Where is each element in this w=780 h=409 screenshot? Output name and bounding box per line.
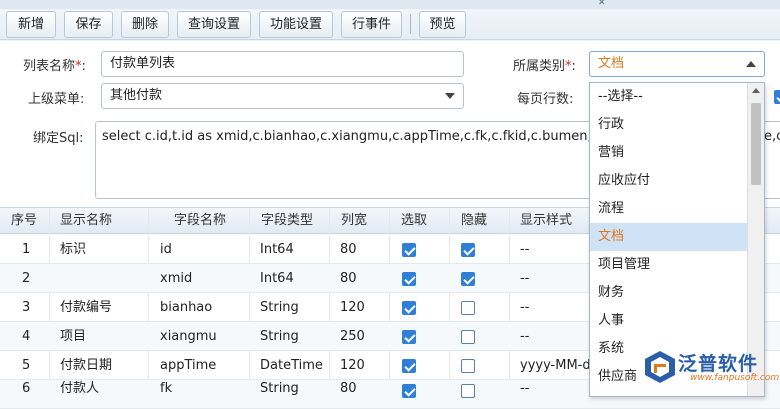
preview-button[interactable]: 预览 — [419, 11, 466, 38]
sql-label: 绑定Sql: — [33, 131, 84, 146]
list-name-input[interactable]: 付款单列表 — [101, 51, 464, 77]
top-strip — [0, 0, 780, 9]
category-label: 所属类别*: — [513, 59, 576, 74]
dropdown-option[interactable]: --选择-- — [590, 83, 748, 111]
header-field-type: 字段类型 — [261, 213, 314, 228]
cell-field-name: xiangmu — [160, 329, 217, 344]
header-column-width: 列宽 — [341, 213, 368, 228]
header-display-name: 显示名称 — [60, 213, 113, 228]
cell-display-style: -- — [520, 329, 530, 344]
cell-width: 80 — [340, 271, 357, 286]
fanpu-logo: 泛普软件 www.fanpusoft.com — [640, 345, 780, 391]
hidden-checkbox[interactable] — [461, 243, 475, 257]
dropdown-option[interactable]: 财务 — [590, 279, 748, 307]
cell-display-name: 项目 — [60, 329, 87, 344]
logo-text: 泛普软件 — [678, 353, 759, 375]
cell-display-style: -- — [520, 300, 530, 315]
dropdown-option[interactable]: 项目管理 — [590, 251, 748, 279]
header-field-name: 字段名称 — [174, 213, 227, 228]
select-checkbox[interactable] — [402, 243, 416, 257]
cell-field-name: fk — [160, 381, 173, 396]
select-checkbox[interactable] — [402, 384, 416, 398]
cell-field-type: String — [260, 300, 299, 315]
toolbar: ✕ 新增 保存 删除 查询设置 功能设置 行事件 预览 — [0, 0, 780, 40]
cell-width: 120 — [340, 300, 365, 315]
cell-display-name: 标识 — [60, 242, 87, 257]
cell-display-name: 付款编号 — [60, 300, 113, 315]
sql-text-tail: e,c. — [764, 129, 780, 144]
parent-menu-label: 上级菜单: — [28, 92, 85, 107]
cell-field-type: Int64 — [260, 271, 294, 286]
dropdown-option-selected[interactable]: 文档 — [590, 223, 748, 251]
cell-display-style: yyyy-MM-dd — [520, 358, 599, 373]
cell-display-name: 付款人 — [60, 381, 100, 396]
select-checkbox[interactable] — [402, 272, 416, 286]
sql-text: select c.id,t.id as xmid,c.bianhao,c.xia… — [102, 129, 661, 144]
add-button[interactable]: 新增 — [6, 11, 56, 38]
category-select[interactable]: 文档 — [589, 51, 765, 77]
logo-url: www.fanpusoft.com — [690, 373, 780, 383]
cell-display-style: -- — [520, 381, 530, 396]
query-settings-button[interactable]: 查询设置 — [177, 11, 251, 38]
cell-field-type: Int64 — [260, 242, 294, 257]
header-hidden: 隐藏 — [461, 213, 488, 228]
cell-display-style: -- — [520, 242, 530, 257]
cell-field-name: id — [160, 242, 172, 257]
cell-display-style: -- — [520, 271, 530, 286]
row-event-button[interactable]: 行事件 — [341, 11, 402, 38]
select-checkbox[interactable] — [402, 301, 416, 315]
hidden-checkbox[interactable] — [461, 330, 475, 344]
parent-menu-value: 其他付款 — [110, 88, 163, 103]
cell-field-name: xmid — [160, 271, 193, 286]
cell-no: 6 — [22, 381, 31, 396]
cell-no: 2 — [22, 271, 31, 286]
close-icon[interactable]: ✕ — [598, 0, 608, 8]
dropdown-option[interactable]: 流程 — [590, 195, 748, 223]
save-button[interactable]: 保存 — [64, 11, 113, 38]
delete-button[interactable]: 删除 — [121, 11, 169, 38]
header-select: 选取 — [401, 213, 428, 228]
chevron-down-icon — [445, 93, 455, 99]
scroll-up-arrow-icon[interactable] — [752, 88, 760, 93]
cell-no: 1 — [22, 242, 31, 257]
hidden-checkbox[interactable] — [461, 272, 475, 286]
cell-width: 80 — [340, 242, 357, 257]
dropdown-option[interactable]: 行政 — [590, 111, 748, 139]
cell-width: 250 — [340, 329, 365, 344]
cell-field-name: bianhao — [160, 300, 213, 315]
logo-mark-icon — [645, 351, 675, 383]
function-settings-button[interactable]: 功能设置 — [259, 11, 333, 38]
hidden-checkbox[interactable] — [461, 384, 475, 398]
cell-no: 4 — [22, 329, 31, 344]
list-name-label: 列表名称*: — [23, 59, 86, 74]
select-checkbox[interactable] — [402, 330, 416, 344]
cell-field-type: String — [260, 329, 299, 344]
dropdown-option[interactable]: 应收应付 — [590, 167, 748, 195]
rows-per-page-label: 每页行数: — [517, 92, 574, 107]
cell-field-type: String — [260, 381, 299, 396]
cell-width: 80 — [340, 381, 357, 396]
header-no: 序号 — [11, 213, 38, 228]
category-select-value: 文档 — [598, 56, 625, 71]
scrollbar-thumb[interactable] — [751, 103, 761, 185]
hidden-checkbox[interactable] — [461, 301, 475, 315]
checkbox-icon[interactable] — [774, 90, 780, 104]
toolbar-divider — [410, 14, 411, 34]
select-checkbox[interactable] — [402, 359, 416, 373]
cell-no: 3 — [22, 300, 31, 315]
dropdown-option[interactable]: 营销 — [590, 139, 748, 167]
hidden-checkbox[interactable] — [461, 359, 475, 373]
dropdown-option[interactable]: 人事 — [590, 307, 748, 335]
header-display-style: 显示样式 — [520, 213, 573, 228]
chevron-up-icon — [746, 61, 756, 67]
parent-menu-select[interactable]: 其他付款 — [101, 83, 464, 109]
